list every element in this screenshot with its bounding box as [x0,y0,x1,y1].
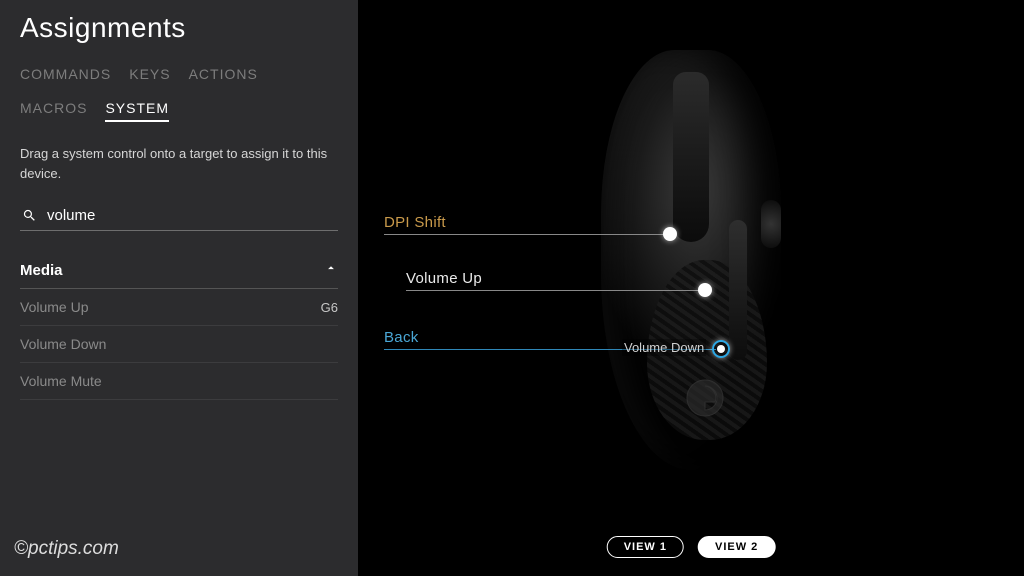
category-media-header[interactable]: Media [20,253,338,289]
mouse-top-plate [673,72,709,242]
callout-dpi-shift[interactable]: DPI Shift [384,214,446,231]
search-icon [22,208,37,223]
target-dot-back[interactable] [712,340,730,358]
target-dot-dpi[interactable] [663,227,677,241]
list-item[interactable]: Volume Mute [20,363,338,400]
view1-button[interactable]: VIEW 1 [607,536,684,558]
instruction-text: Drag a system control onto a target to a… [20,144,338,183]
page-title: Assignments [20,12,338,44]
tab-commands[interactable]: COMMANDS [20,66,111,86]
item-label: Volume Down [20,336,106,352]
watermark: ©pctips.com [14,538,119,560]
callout-line [384,234,667,235]
callout-line [406,290,702,291]
view2-button[interactable]: VIEW 2 [698,536,775,558]
callout-volume-up[interactable]: Volume Up [406,270,482,287]
mouse-side-buttons [729,220,747,360]
search-row [20,201,338,231]
target-dot-g6[interactable] [698,283,712,297]
callout-line [384,349,716,350]
tab-system[interactable]: SYSTEM [105,100,169,122]
tab-bar: COMMANDS KEYS ACTIONS MACROS SYSTEM [20,66,338,122]
item-label: Volume Up [20,299,88,315]
item-label: Volume Mute [20,373,102,389]
device-view: DPI Shift Volume Up Back Volume Down VIE… [358,0,1024,576]
tab-actions[interactable]: ACTIONS [189,66,258,86]
search-input[interactable] [47,207,336,224]
scroll-wheel [761,200,781,248]
sidebar: Assignments COMMANDS KEYS ACTIONS MACROS… [0,0,358,576]
mouse-body [601,50,781,470]
category-label: Media [20,262,63,279]
brand-logo-icon [681,374,729,422]
tab-macros[interactable]: MACROS [20,100,87,122]
chevron-up-icon [324,261,338,280]
list-item[interactable]: Volume Down [20,326,338,363]
callout-back[interactable]: Back [384,329,419,346]
item-assigned: G6 [321,300,338,315]
list-item[interactable]: Volume Up G6 [20,289,338,326]
tab-keys[interactable]: KEYS [129,66,170,86]
mouse-illustration [521,32,861,512]
view-switcher: VIEW 1 VIEW 2 [607,536,776,558]
